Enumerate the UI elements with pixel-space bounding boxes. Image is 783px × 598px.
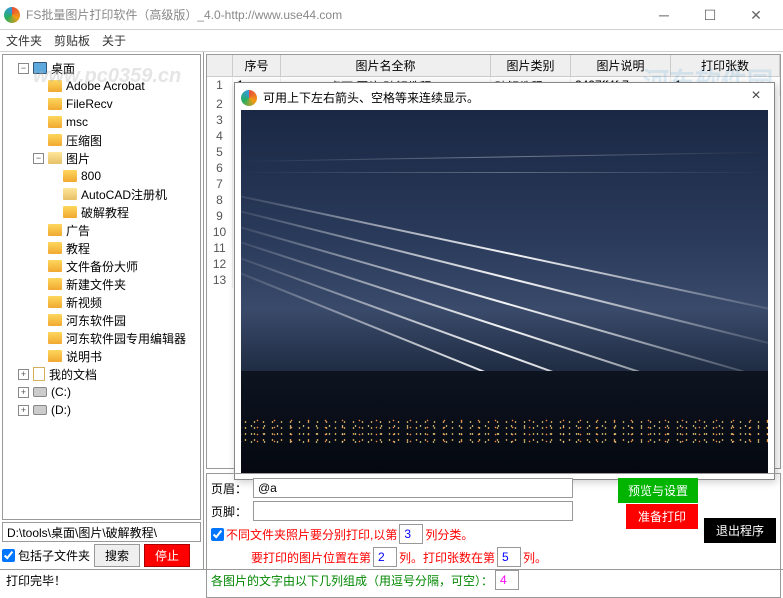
folder-icon bbox=[48, 332, 62, 344]
menu-clipboard[interactable]: 剪贴板 bbox=[54, 32, 90, 49]
tree-item[interactable]: 破解教程 bbox=[81, 204, 129, 221]
tree-item[interactable]: AutoCAD注册机 bbox=[81, 186, 167, 203]
col-desc[interactable]: 图片说明 bbox=[571, 55, 671, 76]
app-icon bbox=[4, 7, 20, 23]
tree-drive[interactable]: (C:) bbox=[51, 385, 71, 399]
stop-button[interactable]: 停止 bbox=[144, 544, 190, 567]
disk-icon bbox=[33, 405, 47, 415]
tree-item[interactable]: 新建文件夹 bbox=[66, 276, 126, 293]
text-cols-input[interactable] bbox=[495, 570, 519, 590]
diff-folder-label: 不同文件夹照片要分别打印,以第 bbox=[226, 526, 397, 543]
tree-mydocs[interactable]: 我的文档 bbox=[49, 366, 97, 383]
preview-window: × 可用上下左右箭头、空格等来连续显示。 bbox=[234, 82, 775, 480]
folder-open-icon bbox=[63, 188, 77, 200]
tree-expand-icon[interactable]: + bbox=[18, 387, 29, 398]
folder-icon bbox=[63, 170, 77, 182]
folder-icon bbox=[48, 80, 62, 92]
folder-icon bbox=[48, 278, 62, 290]
tree-item[interactable]: msc bbox=[66, 115, 88, 129]
col-seq[interactable]: 序号 bbox=[233, 55, 281, 76]
preview-hint: 可用上下左右箭头、空格等来连续显示。 bbox=[241, 89, 768, 106]
folder-icon bbox=[48, 98, 62, 110]
col-name[interactable]: 图片名全称 bbox=[281, 55, 491, 76]
minimize-button[interactable]: ─ bbox=[641, 1, 687, 29]
tree-item[interactable]: 压缩图 bbox=[66, 132, 102, 149]
col-copies[interactable]: 打印张数 bbox=[671, 55, 780, 76]
footer-label: 页脚： bbox=[211, 503, 251, 520]
preview-image bbox=[241, 110, 768, 473]
menu-folder[interactable]: 文件夹 bbox=[6, 32, 42, 49]
preview-close-button[interactable]: × bbox=[746, 87, 766, 105]
folder-icon bbox=[48, 134, 62, 146]
include-sub-check[interactable] bbox=[2, 549, 15, 562]
close-button[interactable]: ✕ bbox=[733, 1, 779, 29]
tree-expand-icon[interactable]: + bbox=[18, 369, 29, 380]
folder-icon bbox=[48, 224, 62, 236]
tree-item[interactable]: 河东软件园专用编辑器 bbox=[66, 330, 186, 347]
tree-item[interactable]: Adobe Acrobat bbox=[66, 79, 145, 93]
tree-item[interactable]: FileRecv bbox=[66, 97, 113, 111]
tree-item[interactable]: 广告 bbox=[66, 222, 90, 239]
right-panel: 河东软件园 序号 图片名全称 图片类别 图片说明 打印张数 1 1 D:\too… bbox=[204, 52, 783, 569]
menu-about[interactable]: 关于 bbox=[102, 32, 126, 49]
prepare-print-button[interactable]: 准备打印 bbox=[626, 504, 698, 529]
folder-open-icon bbox=[48, 152, 62, 164]
disk-icon bbox=[33, 387, 47, 397]
desktop-icon bbox=[33, 62, 47, 74]
folder-icon bbox=[48, 260, 62, 272]
print-settings-form: 页眉： 预览与设置 页脚： 准备打印 不同文件夹照片要分别打印,以第 列分类。 … bbox=[206, 473, 781, 598]
folder-icon bbox=[48, 296, 62, 308]
maximize-button[interactable]: ☐ bbox=[687, 1, 733, 29]
pos-col-input[interactable] bbox=[373, 547, 397, 567]
folder-icon bbox=[48, 242, 62, 254]
tree-item[interactable]: 新视频 bbox=[66, 294, 102, 311]
tree-item[interactable]: 河东软件园 bbox=[66, 312, 126, 329]
menubar: 文件夹 剪贴板 关于 bbox=[0, 30, 783, 52]
tree-drive[interactable]: (D:) bbox=[51, 403, 71, 417]
folder-icon bbox=[48, 314, 62, 326]
window-title: FS批量图片打印软件（高级版）_4.0-http://www.use44.com bbox=[26, 6, 641, 23]
tree-item[interactable]: 教程 bbox=[66, 240, 90, 257]
header-label: 页眉： bbox=[211, 480, 251, 497]
category-col-input[interactable] bbox=[399, 524, 423, 544]
col-type[interactable]: 图片类别 bbox=[491, 55, 571, 76]
footer-input[interactable] bbox=[253, 501, 573, 521]
copies-col-input[interactable] bbox=[497, 547, 521, 567]
titlebar: FS批量图片打印软件（高级版）_4.0-http://www.use44.com… bbox=[0, 0, 783, 30]
tree-collapse-icon[interactable]: − bbox=[18, 63, 29, 74]
header-input[interactable] bbox=[253, 478, 573, 498]
folder-tree[interactable]: www.pc0359.cn −桌面 Adobe Acrobat FileRecv… bbox=[2, 54, 201, 520]
exit-button[interactable]: 退出程序 bbox=[704, 518, 776, 543]
diff-folder-checkbox[interactable] bbox=[211, 528, 224, 541]
tree-picture[interactable]: 图片 bbox=[66, 150, 90, 167]
preview-button[interactable]: 预览与设置 bbox=[618, 478, 698, 503]
folder-icon bbox=[48, 116, 62, 128]
app-icon bbox=[241, 90, 257, 106]
folder-icon bbox=[63, 206, 77, 218]
include-subfolders-checkbox[interactable]: 包括子文件夹 bbox=[2, 547, 90, 564]
tree-collapse-icon[interactable]: − bbox=[33, 153, 44, 164]
left-panel: www.pc0359.cn −桌面 Adobe Acrobat FileRecv… bbox=[0, 52, 204, 569]
status-text: 打印完毕！ bbox=[6, 572, 66, 589]
tree-expand-icon[interactable]: + bbox=[18, 405, 29, 416]
search-button[interactable]: 搜索 bbox=[94, 544, 140, 567]
folder-icon bbox=[48, 350, 62, 362]
tree-item[interactable]: 文件备份大师 bbox=[66, 258, 138, 275]
tree-desktop[interactable]: 桌面 bbox=[51, 60, 75, 77]
document-icon bbox=[33, 367, 45, 381]
path-input[interactable] bbox=[2, 522, 201, 542]
tree-item[interactable]: 800 bbox=[81, 169, 101, 183]
tree-item[interactable]: 说明书 bbox=[66, 348, 102, 365]
